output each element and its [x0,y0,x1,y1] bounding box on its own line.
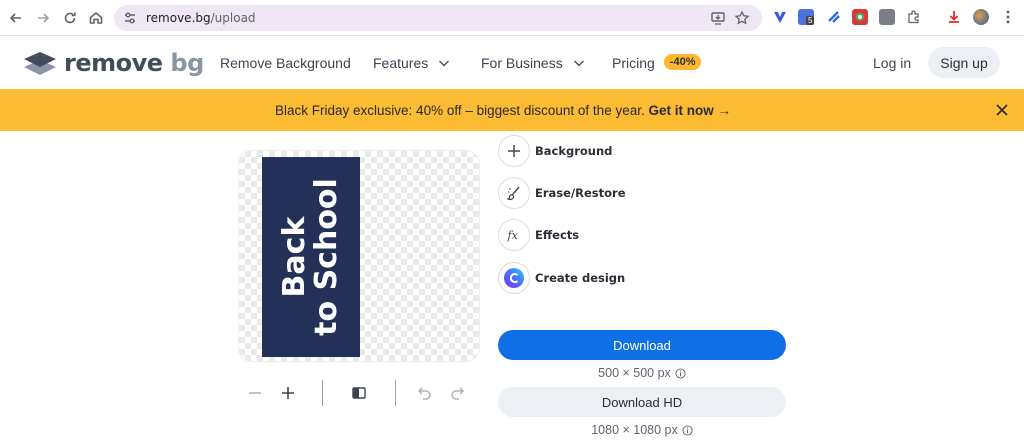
tool-create-design[interactable]: Create design [498,261,698,295]
profile-avatar[interactable] [973,9,989,25]
zoom-in-icon[interactable] [279,384,297,402]
login-link[interactable]: Log in [873,55,911,71]
translate-extension-icon[interactable]: 5 [798,9,815,25]
extensions-puzzle-icon[interactable] [906,9,922,25]
bookmark-star-icon[interactable] [734,10,750,26]
blue-extension-icon[interactable] [826,9,842,25]
toolbar-divider [395,380,396,406]
redo-icon[interactable] [448,384,466,402]
nav-pricing-label: Pricing [612,55,655,71]
site-header: remove bg Remove Background Features For… [0,37,1024,89]
close-icon[interactable] [995,103,1009,117]
browser-toolbar: remove.bg/upload 5 [0,0,1024,36]
tool-background[interactable]: Background [498,134,698,168]
tool-effects-button[interactable]: fx [498,219,530,251]
download-hd-button[interactable]: Download HD [498,387,786,417]
info-icon[interactable] [682,424,693,436]
download-icon[interactable] [946,9,962,25]
address-bar[interactable]: remove.bg/upload [114,5,762,31]
discount-badge: -40% [663,53,702,70]
record-extension-icon[interactable] [852,9,868,25]
brush-icon [506,186,520,201]
plus-icon [508,145,520,157]
poster-text: Back to School [277,178,344,336]
poster-image: Back to School [262,157,360,357]
download-resolution: 500 × 500 px [498,366,786,380]
poster-line-2: to School [309,178,344,336]
download-hd-resolution: 1080 × 1080 px [498,423,786,437]
compare-icon[interactable] [350,384,368,402]
chevron-down-icon [573,60,584,67]
logo-word-remove: remove [64,49,163,77]
site-settings-icon[interactable] [123,11,137,25]
download-hd-resolution-text: 1080 × 1080 px [591,423,678,437]
tool-background-label: Background [535,144,613,158]
nav-for-business[interactable]: For Business [481,55,585,71]
tool-create-design-label: Create design [535,271,626,285]
install-app-icon[interactable] [710,10,726,26]
chevron-down-icon [439,60,450,67]
url-host: remove.bg [146,11,211,25]
svg-text:fx: fx [507,229,519,242]
download-button[interactable]: Download [498,330,786,360]
download-resolution-text: 500 × 500 px [598,366,671,380]
nav-features[interactable]: Features [373,55,450,71]
promo-message: Black Friday exclusive: 40% off – bigges… [275,103,645,118]
reload-icon[interactable] [60,8,80,28]
nav-pricing[interactable]: Pricing -40% [612,52,702,71]
zoom-out-icon[interactable] [246,384,264,402]
nav-for-business-label: For Business [481,55,563,71]
promo-cta-link[interactable]: Get it now → [648,103,731,118]
forward-icon[interactable] [33,8,53,28]
fx-icon: fx [507,229,519,242]
logo-layers-icon [24,52,56,75]
tool-erase-restore[interactable]: Erase/Restore [498,176,698,210]
image-preview: Back to School [238,150,480,362]
vpn-extension-icon[interactable] [772,9,788,25]
url-path: /upload [210,11,256,25]
nav-remove-background-label: Remove Background [220,55,351,71]
nav-remove-background[interactable]: Remove Background [220,55,351,71]
url-text: remove.bg/upload [146,11,256,25]
undo-icon[interactable] [416,384,434,402]
promo-text: Black Friday exclusive: 40% off – bigges… [0,103,1006,118]
signup-button[interactable]: Sign up [928,47,1000,78]
extension-badge: 5 [806,16,815,25]
nav-features-label: Features [373,55,429,71]
canva-icon [504,268,524,288]
tool-erase-restore-button[interactable] [498,177,530,209]
logo-word-bg: bg [170,49,204,77]
tool-erase-restore-label: Erase/Restore [535,186,626,200]
tool-effects-label: Effects [535,228,580,242]
home-icon[interactable] [86,8,106,28]
poster-line-1: Back [277,216,312,298]
gray-extension-icon[interactable] [879,9,895,25]
site-logo[interactable]: remove bg [22,49,204,77]
back-icon[interactable] [6,8,26,28]
browser-menu-icon[interactable] [1000,9,1016,25]
info-icon[interactable] [675,367,686,379]
tool-effects[interactable]: fx Effects [498,218,698,252]
tool-create-design-button[interactable] [498,262,530,294]
preview-toolbar [238,378,480,408]
promo-banner: Black Friday exclusive: 40% off – bigges… [0,89,1024,131]
toolbar-divider [322,380,323,406]
tool-background-button[interactable] [498,135,530,167]
